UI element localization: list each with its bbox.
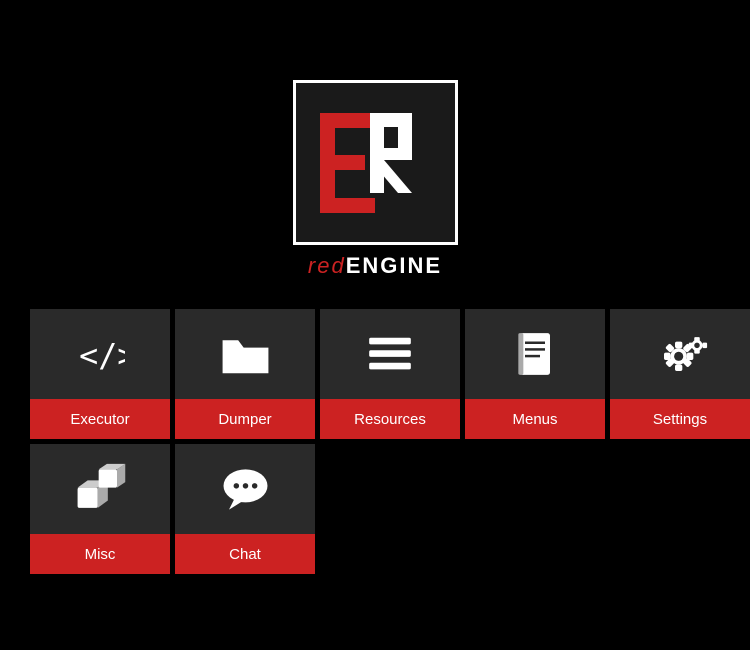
grid-row-1: </> Executor Dumper: [30, 309, 750, 444]
logo-box: [293, 80, 458, 245]
code-icon: </>: [75, 329, 125, 379]
settings-button[interactable]: Settings: [610, 309, 750, 439]
book-icon: [510, 329, 560, 379]
misc-label: Misc: [30, 534, 170, 574]
chat-button[interactable]: Chat: [175, 444, 315, 574]
settings-label: Settings: [610, 399, 750, 439]
executor-label: Executor: [30, 399, 170, 439]
dumper-label: Dumper: [175, 399, 315, 439]
dumper-icon-area: [175, 309, 315, 399]
menus-label: Menus: [465, 399, 605, 439]
resources-label: Resources: [320, 399, 460, 439]
list-icon: [365, 329, 415, 379]
misc-button[interactable]: Misc: [30, 444, 170, 574]
logo-container: redENGINE: [293, 80, 458, 279]
logo-text: redENGINE: [308, 253, 442, 279]
chat-bubble-icon: [218, 462, 273, 517]
misc-icon-area: [30, 444, 170, 534]
dumper-button[interactable]: Dumper: [175, 309, 315, 439]
gear-icon: [653, 327, 708, 382]
grid-container: </> Executor Dumper: [30, 309, 750, 579]
chat-icon-area: [175, 444, 315, 534]
executor-button[interactable]: </> Executor: [30, 309, 170, 439]
svg-text:</>: </>: [79, 339, 125, 375]
cubes-icon: [73, 462, 128, 517]
resources-icon-area: [320, 309, 460, 399]
chat-label: Chat: [175, 534, 315, 574]
grid-row-2: Misc Chat: [30, 444, 750, 579]
menus-icon-area: [465, 309, 605, 399]
settings-icon-area: [610, 309, 750, 399]
menus-button[interactable]: Menus: [465, 309, 605, 439]
folder-icon: [218, 327, 273, 382]
executor-icon-area: </>: [30, 309, 170, 399]
resources-button[interactable]: Resources: [320, 309, 460, 439]
